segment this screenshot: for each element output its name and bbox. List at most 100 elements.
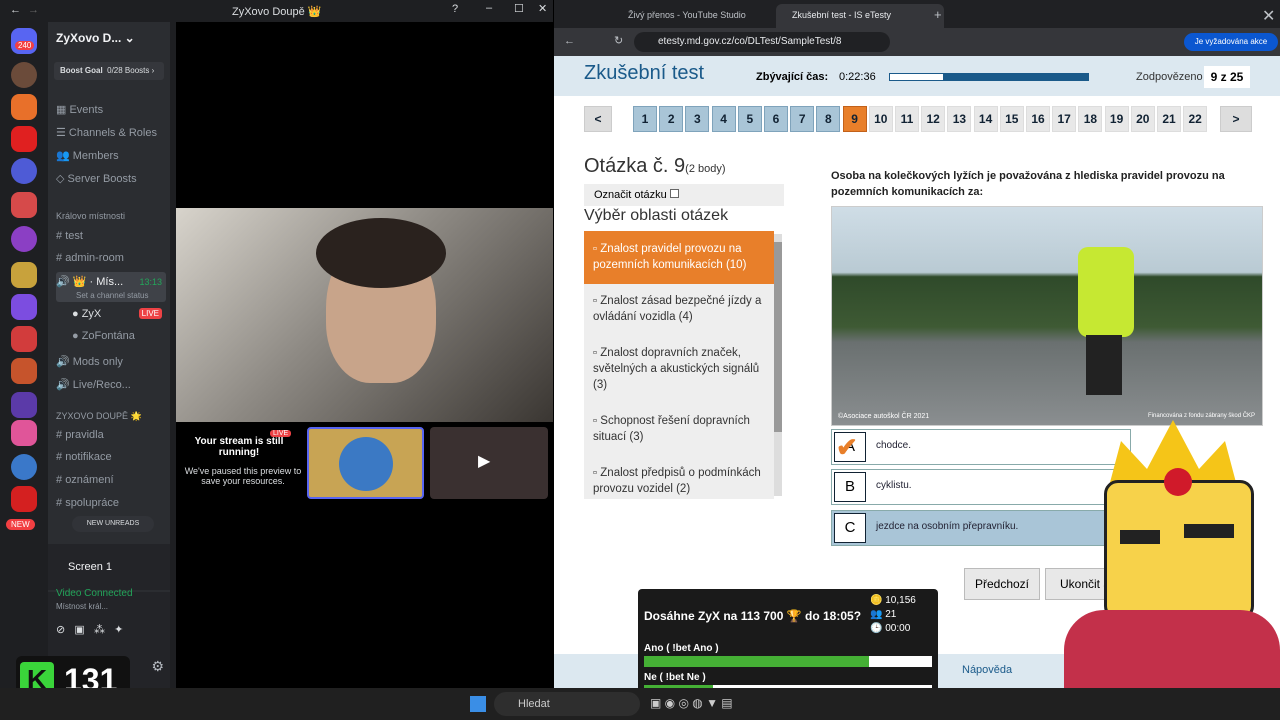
photo-credit: ©Asociace autoškol ČR 2021 xyxy=(838,413,930,420)
option-ano-bar xyxy=(644,656,932,667)
photo-credit: Financována z fondu zábrany škod ČKP xyxy=(1148,413,1256,419)
voice-channel-active[interactable]: 🔊 👑 · Mís... 13:13 Set a channel status xyxy=(56,272,166,302)
server-name[interactable]: ZyXovo D... ⌄ xyxy=(56,28,166,48)
gear-icon[interactable]: ⚙ xyxy=(151,656,164,676)
help-link[interactable]: Nápověda xyxy=(962,664,1012,676)
category-item[interactable]: ▫ Znalost předpisů o podmínkách provozu … xyxy=(584,465,774,497)
category-scrollbar[interactable] xyxy=(774,234,782,496)
voice-user[interactable]: ● ZoFontána xyxy=(72,326,166,346)
new-badge: NEW xyxy=(6,519,35,530)
stream-message: We've paused this preview to save your r… xyxy=(184,466,302,486)
next-question-button[interactable]: > xyxy=(1220,106,1252,132)
menu-channels-roles[interactable]: ☰ Channels & Roles xyxy=(56,123,166,143)
channel-admin-room[interactable]: # admin-room xyxy=(56,248,166,268)
menu-events[interactable]: ▦ Events xyxy=(56,100,166,120)
taskbar: Hledat ▣ ◉ ◎ ◍ ▼ ▤ xyxy=(0,688,1280,720)
category-header[interactable]: ZYXOVO DOUPĚ 🌟 xyxy=(56,406,166,426)
server-icon[interactable] xyxy=(11,486,37,512)
voice-user[interactable]: ● ZyX LIVE xyxy=(72,304,166,324)
server-icon[interactable] xyxy=(11,158,37,184)
windows-start-icon[interactable] xyxy=(470,696,486,712)
server-icon[interactable] xyxy=(11,262,37,288)
server-icon[interactable] xyxy=(11,62,37,88)
category-item[interactable]: ▫ Schopnost řešení dopravních situací (3… xyxy=(584,413,774,445)
server-icon[interactable] xyxy=(11,420,37,446)
previous-button[interactable]: Předchozí xyxy=(964,568,1040,600)
question-12-button[interactable]: 12 xyxy=(921,106,946,132)
question-15-button[interactable]: 15 xyxy=(999,106,1024,132)
camera-off-icon: ▶ xyxy=(478,453,491,470)
question-6-button[interactable]: 6 xyxy=(764,106,788,132)
question-5-button[interactable]: 5 xyxy=(737,106,762,132)
channel[interactable]: # spolupráce xyxy=(56,493,166,513)
new-unreads-pill[interactable]: NEW UNREADS xyxy=(72,516,154,532)
category-item[interactable]: ▫ Znalost dopravních značek, světelných … xyxy=(584,345,774,393)
question-11-button[interactable]: 11 xyxy=(895,106,919,132)
channel[interactable]: # notifikace xyxy=(56,447,166,467)
taskbar-apps[interactable]: ▣ ◉ ◎ ◍ ▼ ▤ xyxy=(650,696,810,712)
question-17-button[interactable]: 17 xyxy=(1052,106,1077,132)
channel-test[interactable]: # test xyxy=(56,226,166,246)
server-icon[interactable] xyxy=(11,294,37,320)
question-photo: ©Asociace autoškol ČR 2021 Financována z… xyxy=(831,206,1263,426)
question-1-button[interactable]: 1 xyxy=(633,106,657,132)
badge: 240 xyxy=(15,41,35,50)
question-10-button[interactable]: 10 xyxy=(868,106,893,132)
youtube-server-icon[interactable] xyxy=(11,126,37,152)
question-20-button[interactable]: 20 xyxy=(1130,106,1155,132)
checkmark-icon: ✔ xyxy=(836,432,858,462)
question-9-button[interactable]: 9 xyxy=(842,106,867,132)
question-16-button[interactable]: 16 xyxy=(1026,106,1050,132)
menu-server-boosts[interactable]: ◇ Server Boosts xyxy=(56,169,166,189)
channel[interactable]: # pravidla xyxy=(56,425,166,445)
category-list: ▫ Znalost pravidel provozu na pozemních … xyxy=(584,231,774,499)
category-item[interactable]: ▫ Znalost zásad bezpečné jízdy a ovládán… xyxy=(584,293,774,325)
maximize-icon[interactable]: ☐ xyxy=(514,2,524,15)
prev-question-button[interactable]: < xyxy=(584,106,612,132)
forward-arrow-icon[interactable]: → xyxy=(28,4,39,16)
question-3-button[interactable]: 3 xyxy=(685,106,710,132)
participant-tile[interactable]: ▶ xyxy=(430,427,548,499)
category-item[interactable]: ▫ Znalost pravidel provozu na pozemních … xyxy=(584,241,774,273)
server-icon[interactable] xyxy=(11,358,37,384)
taskbar-search[interactable]: Hledat xyxy=(494,692,640,716)
server-icon[interactable] xyxy=(11,192,37,218)
menu-members[interactable]: 👥 Members xyxy=(56,146,166,166)
question-8-button[interactable]: 8 xyxy=(816,106,841,132)
prediction-overlay: Dosáhne ZyX na 113 700 🏆 do 18:05? 🪙 10,… xyxy=(638,589,938,697)
mark-checkbox[interactable] xyxy=(669,189,679,198)
server-icon[interactable] xyxy=(11,454,37,480)
question-21-button[interactable]: 21 xyxy=(1157,106,1181,132)
prediction-title: Dosáhne ZyX na 113 700 🏆 do 18:05? xyxy=(644,609,862,623)
back-arrow-icon[interactable]: ← xyxy=(10,4,21,16)
mark-question[interactable]: Označit otázku xyxy=(584,184,784,206)
webcam-preview[interactable] xyxy=(176,208,553,422)
server-rail: 240 NEW xyxy=(0,22,48,688)
close-icon[interactable]: ✕ xyxy=(538,2,547,15)
server-icon[interactable] xyxy=(11,326,37,352)
mascot-overlay xyxy=(1064,420,1280,690)
channel[interactable]: # oznámení xyxy=(56,470,166,490)
question-14-button[interactable]: 14 xyxy=(973,106,998,132)
category-header[interactable]: Králo­vo místnosti xyxy=(56,206,166,226)
boost-goal[interactable]: Boost Goal 0/28 Boosts › xyxy=(54,62,164,80)
minimize-icon[interactable]: – xyxy=(486,2,492,14)
help-icon[interactable]: ? xyxy=(452,3,458,15)
question-2-button[interactable]: 2 xyxy=(659,106,684,132)
server-icon[interactable] xyxy=(11,226,37,252)
server-icon[interactable] xyxy=(11,94,37,120)
question-19-button[interactable]: 19 xyxy=(1104,106,1129,132)
question-7-button[interactable]: 7 xyxy=(790,106,815,132)
voice-controls[interactable]: ⊘ ▣ ⁂ ✦ xyxy=(56,620,166,640)
voice-channel[interactable]: 🔊 Mods only xyxy=(56,352,166,372)
question-22-button[interactable]: 22 xyxy=(1183,106,1208,132)
server-icon[interactable] xyxy=(11,392,37,418)
option-ano: Ano ( !bet Ano ) xyxy=(644,643,719,654)
participant-tile[interactable] xyxy=(307,427,424,499)
timer: 🕒 00:00 xyxy=(870,623,911,634)
question-13-button[interactable]: 13 xyxy=(947,106,972,132)
question-nav: < > 1 2 3 4 5 6 7 8 9 10 11 12 13 14 15 16 17 18 19 20 21 22 xyxy=(554,0,1280,140)
voice-channel[interactable]: 🔊 Live/Reco... xyxy=(56,375,166,395)
question-4-button[interactable]: 4 xyxy=(711,106,736,132)
question-18-button[interactable]: 18 xyxy=(1078,106,1103,132)
